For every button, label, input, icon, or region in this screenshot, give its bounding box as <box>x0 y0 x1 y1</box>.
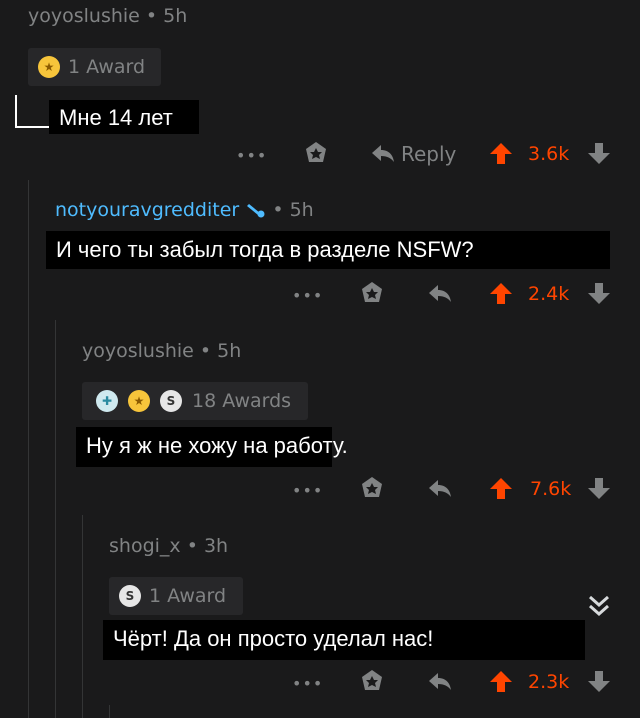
upvote-icon[interactable] <box>488 280 514 306</box>
downvote-icon[interactable] <box>586 475 612 501</box>
awards-chip[interactable]: ✚ ★ S 18 Awards <box>82 382 308 420</box>
vote-count: 2.4k <box>528 283 570 305</box>
collapse-chevrons-icon[interactable] <box>586 592 612 620</box>
more-options-button[interactable]: ••• <box>236 146 267 165</box>
thread-line-2[interactable] <box>55 320 56 718</box>
reply-icon[interactable] <box>427 475 453 501</box>
awards-chip[interactable]: S 1 Award <box>109 577 243 615</box>
username[interactable]: shogi_x <box>109 535 181 557</box>
comment-meta: notyouravgredditer • 5h <box>55 199 314 221</box>
vote-count: 2.3k <box>528 671 570 693</box>
comment-meta: yoyoslushie • 5h <box>28 5 187 27</box>
timestamp: • 5h <box>145 5 188 27</box>
downvote-icon[interactable] <box>586 140 612 166</box>
comment-body: И чего ты забыл тогда в разделе NSFW? <box>46 231 610 269</box>
gold-award-icon: ★ <box>38 56 60 78</box>
comment-text: Мне 14 лет <box>59 105 173 130</box>
helpful-award-icon: ✚ <box>96 390 118 412</box>
comment-actions: ••• 7.6k <box>0 475 640 505</box>
timestamp: • 3h <box>186 535 229 557</box>
reply-button[interactable]: Reply <box>401 142 456 166</box>
more-options-button[interactable]: ••• <box>292 481 323 500</box>
downvote-icon[interactable] <box>586 280 612 306</box>
comment-text: И чего ты забыл тогда в разделе NSFW? <box>56 237 474 262</box>
more-options-button[interactable]: ••• <box>292 674 323 693</box>
gold-award-icon: ★ <box>128 390 150 412</box>
timestamp: • 5h <box>272 199 314 221</box>
downvote-icon[interactable] <box>586 668 612 694</box>
comment-meta: shogi_x • 3h <box>109 535 228 557</box>
vote-count: 7.6k <box>530 478 572 500</box>
upvote-icon[interactable] <box>488 140 514 166</box>
comment-body: Мне 14 лет <box>49 100 199 134</box>
timestamp: • 5h <box>199 340 242 362</box>
comment-body: Чёрт! Да он просто уделал нас! <box>103 620 585 660</box>
comment-body: Ну я ж не хожу на работу. <box>76 427 348 467</box>
comment-text: Чёрт! Да он просто уделал нас! <box>113 626 434 651</box>
awards-label: 1 Award <box>149 585 227 607</box>
comment-actions: ••• 2.3k <box>0 668 640 698</box>
give-award-icon[interactable] <box>359 280 385 306</box>
awards-label: 1 Award <box>68 56 146 78</box>
upvote-icon[interactable] <box>488 668 514 694</box>
give-award-icon[interactable] <box>359 668 385 694</box>
silver-award-icon: S <box>119 585 141 607</box>
give-award-icon[interactable] <box>303 140 329 166</box>
comment-actions: ••• 2.4k <box>0 280 640 310</box>
wrench-icon <box>247 204 265 218</box>
comment-actions: ••• Reply 3.6k <box>0 140 640 170</box>
upvote-icon[interactable] <box>488 475 514 501</box>
username[interactable]: yoyoslushie <box>82 340 194 362</box>
thread-line-1[interactable] <box>28 180 29 718</box>
silver-award-icon: S <box>160 390 182 412</box>
username[interactable]: notyouravgredditer <box>55 199 239 221</box>
awards-label: 18 Awards <box>192 390 292 412</box>
reply-icon[interactable] <box>370 140 396 166</box>
more-options-button[interactable]: ••• <box>292 286 323 305</box>
reply-icon[interactable] <box>427 280 453 306</box>
comment-meta: yoyoslushie • 5h <box>82 340 241 362</box>
give-award-icon[interactable] <box>359 475 385 501</box>
reply-icon[interactable] <box>427 668 453 694</box>
thread-line-4[interactable] <box>109 705 110 718</box>
vote-count: 3.6k <box>528 143 570 165</box>
username[interactable]: yoyoslushie <box>28 5 140 27</box>
awards-chip[interactable]: ★ 1 Award <box>28 48 161 86</box>
comment-text: Ну я ж не хожу на работу. <box>86 433 348 458</box>
